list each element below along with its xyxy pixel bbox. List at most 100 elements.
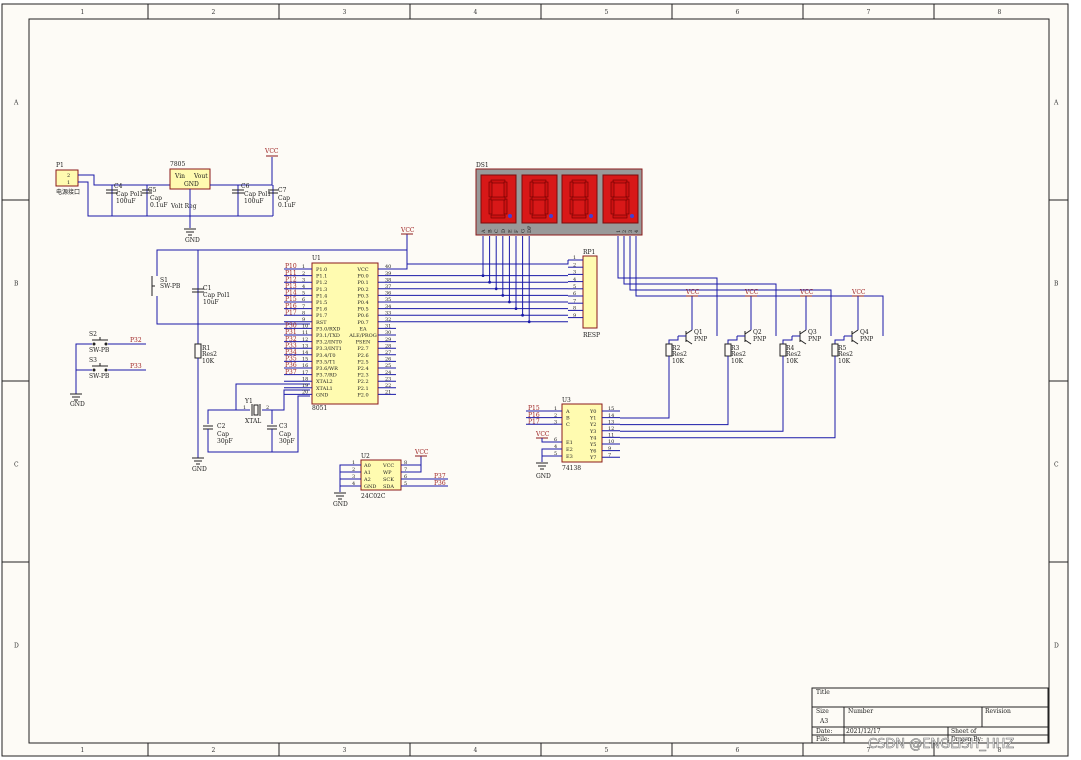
mcu-pin-name: P3.3/INT1 <box>316 346 342 352</box>
c7-type: Cap <box>278 195 290 202</box>
segment <box>503 198 508 215</box>
s3-value: SW-PB <box>89 373 110 380</box>
mcu-pin-name: P2.2 <box>357 379 368 385</box>
resnet-pin-number: 1 <box>573 255 576 261</box>
resnet-ref: RP1 <box>583 249 595 256</box>
y1-pin1: 1 <box>243 405 246 411</box>
junction-dot <box>508 300 511 304</box>
eeprom-pin-number: 7 <box>404 467 407 473</box>
segment <box>503 181 508 198</box>
mcu-pin-name: P1.0 <box>316 267 327 273</box>
mcu-pin-number: 10 <box>302 324 308 330</box>
zone-col-label: 7 <box>867 9 871 16</box>
mcu-pin-number: 29 <box>385 337 391 343</box>
reg-vout: Vout <box>193 173 208 180</box>
resistor-type: Res2 <box>672 351 687 358</box>
transistor-type: PNP <box>860 336 873 343</box>
zone-col-label: 6 <box>736 9 740 16</box>
zone-col-label: 8 <box>998 9 1002 16</box>
eeprom-pin-name: SDA <box>383 484 394 490</box>
mcu-pin-name: P1.7 <box>316 313 327 319</box>
display-segment-pin: G <box>521 229 527 233</box>
resnet-pin-number: 4 <box>573 277 576 283</box>
vcc-label: VCC <box>685 289 700 296</box>
segment <box>612 179 628 184</box>
resistor-value: 10K <box>731 358 744 365</box>
s2-value: SW-PB <box>89 347 110 354</box>
p1-pin2: 2 <box>67 173 70 179</box>
r1-resistor[interactable] <box>194 343 202 359</box>
decoder-pin-name: B <box>566 416 570 422</box>
eeprom-pin-name: A2 <box>363 477 371 483</box>
mcu-pin-number: 40 <box>385 264 391 270</box>
digit-4 <box>602 174 639 224</box>
c4-value: 100uF <box>116 198 135 205</box>
decoder-pin-number: 15 <box>608 406 614 412</box>
c1-type: Cap Pol1 <box>203 292 230 299</box>
mcu-pin-number: 21 <box>385 390 391 396</box>
mcu-pin-name: PSEN <box>356 340 371 346</box>
decoder-pin-name: Y2 <box>589 422 596 428</box>
size-value: A3 <box>819 718 828 725</box>
zone-row-label: B <box>1054 281 1059 288</box>
display-digit-pin: 4 <box>634 230 640 233</box>
decoder-pin-number: 6 <box>554 437 557 443</box>
mcu-pin-name: P1.1 <box>316 274 327 280</box>
mcu-pin-name: P0.2 <box>357 287 368 293</box>
segment <box>488 198 493 215</box>
gnd-label: GND <box>192 466 207 473</box>
decoder-pin-name: A <box>565 409 570 415</box>
watermark: CSDN @ENGLISH_HHZ <box>868 737 1014 752</box>
mcu-pin-number: 30 <box>385 330 391 336</box>
decoder-pin-number: 13 <box>608 419 614 425</box>
decoder-net-label: P17 <box>528 418 540 425</box>
mcu-pin-number: 8 <box>302 310 305 316</box>
mcu-pin-name: P2.0 <box>357 392 368 398</box>
decoder-pin-number: 4 <box>554 444 557 450</box>
resnet-body[interactable] <box>582 255 598 329</box>
mcu-pin-name: P3.4/T0 <box>316 353 336 359</box>
display-segment-pin: DP <box>527 225 533 233</box>
eeprom-ref: U2 <box>361 453 370 460</box>
reg-vin: Vin <box>174 173 185 180</box>
vcc-label: VCC <box>851 289 866 296</box>
mcu-pin-number: 31 <box>385 324 391 330</box>
mcu-pin-number: 20 <box>302 390 308 396</box>
mcu-pin-number: 27 <box>385 350 391 356</box>
mcu-pin-name: P3.7/RD <box>316 373 337 379</box>
mcu-pin-name: VCC <box>356 267 368 273</box>
transistor-ref: Q2 <box>753 329 762 336</box>
display-segment-pin: F <box>514 229 520 233</box>
mcu-pin-name: P2.4 <box>357 366 368 372</box>
transistor-type: PNP <box>808 336 821 343</box>
zone-row-label: C <box>1054 462 1059 469</box>
segment <box>490 179 506 184</box>
mcu-pin-number: 7 <box>302 304 305 310</box>
mcu-value: 8051 <box>312 405 327 412</box>
mcu-pin-number: 35 <box>385 297 391 303</box>
date-value: 2021/12/17 <box>846 728 881 735</box>
eeprom-net-label: P36 <box>434 480 446 487</box>
zone-row-label: C <box>14 462 19 469</box>
mcu-pin-number: 39 <box>385 271 391 277</box>
mcu-pin-name: P0.6 <box>357 313 368 319</box>
decoder-pin-name: E1 <box>566 440 573 446</box>
decoder-pin-number: 2 <box>554 413 557 419</box>
resnet-pin-number: 7 <box>573 298 576 304</box>
mcu-pin-name: P2.7 <box>357 346 368 352</box>
zone-row-label: D <box>14 643 19 650</box>
date-label: Date: <box>816 728 832 735</box>
display-ref: DS1 <box>476 162 489 169</box>
transistor-type: PNP <box>753 336 766 343</box>
zone-col-label: 4 <box>474 747 478 754</box>
c4-type: Cap Pol1 <box>116 191 143 198</box>
c3-ref: C3 <box>279 423 288 430</box>
vcc-label: VCC <box>264 148 279 155</box>
zone-col-label: 5 <box>605 9 609 16</box>
mcu-pin-name: XTAL2 <box>316 379 333 385</box>
mcu-pin-number: 3 <box>302 277 305 283</box>
mcu-pin-number: 12 <box>302 337 308 343</box>
segment <box>584 198 589 215</box>
c1-value: 10uF <box>203 299 219 306</box>
zone-col-label: 2 <box>212 747 216 754</box>
